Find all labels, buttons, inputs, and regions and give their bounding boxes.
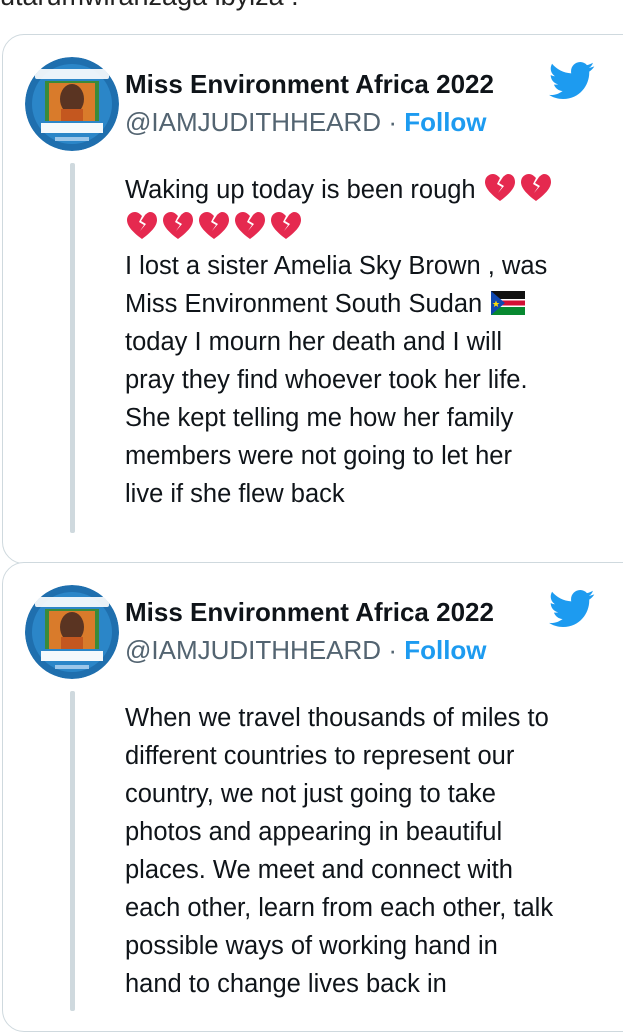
tweet-line: When we travel thousands of miles to xyxy=(125,704,549,732)
user-handle[interactable]: @IAMJUDITHHEARD xyxy=(125,635,381,665)
embedded-tweet-1[interactable]: Miss Environment Africa 2022 @IAMJUDITHH… xyxy=(2,34,623,564)
tweet-line: Waking up today is been rough xyxy=(125,176,476,204)
tweet-line: possible ways of working hand in xyxy=(125,932,498,960)
twitter-bird-icon[interactable] xyxy=(549,589,595,629)
tweet-line: pray they find whoever took her life. xyxy=(125,366,528,394)
tweet-line: places. We meet and connect with xyxy=(125,856,513,884)
broken-hearts-row xyxy=(125,209,605,247)
previous-text-snippet: utarumwiranzaga ibyiza . xyxy=(0,0,623,14)
profile-avatar[interactable] xyxy=(25,57,119,151)
separator-dot: · xyxy=(388,107,397,137)
thread-line xyxy=(70,163,75,533)
handle-row: @IAMJUDITHHEARD · Follow xyxy=(125,635,487,665)
separator-dot: · xyxy=(388,635,397,665)
follow-button[interactable]: Follow xyxy=(404,635,486,665)
profile-avatar[interactable] xyxy=(25,585,119,679)
user-handle[interactable]: @IAMJUDITHHEARD xyxy=(125,107,381,137)
tweet-line: each other, learn from each other, talk xyxy=(125,894,554,922)
follow-button[interactable]: Follow xyxy=(404,107,486,137)
broken-heart-icon xyxy=(484,174,515,201)
tweet-line: members were not going to let her xyxy=(125,442,512,470)
tweet-line: country, we not just going to take xyxy=(125,780,496,808)
display-name[interactable]: Miss Environment Africa 2022 xyxy=(125,597,494,627)
broken-heart-icon xyxy=(199,212,229,239)
twitter-bird-icon[interactable] xyxy=(549,61,595,101)
south-sudan-flag-icon xyxy=(491,291,526,315)
tweet-line: hand to change lives back in xyxy=(125,970,447,998)
broken-heart-icon xyxy=(520,174,551,201)
tweet-line: I lost a sister Amelia Sky Brown , was xyxy=(125,252,548,280)
tweet-line: live if she flew back xyxy=(125,480,345,508)
broken-heart-icon xyxy=(271,212,301,239)
embedded-tweet-2[interactable]: Miss Environment Africa 2022 @IAMJUDITHH… xyxy=(2,562,623,1032)
display-name[interactable]: Miss Environment Africa 2022 xyxy=(125,69,494,99)
handle-row: @IAMJUDITHHEARD · Follow xyxy=(125,107,487,137)
tweet-text: Waking up today is been rough I lost a s… xyxy=(125,171,605,513)
tweet-line: today I mourn her death and I will xyxy=(125,328,503,356)
broken-heart-icon xyxy=(127,212,157,239)
tweet-line: different countries to represent our xyxy=(125,742,515,770)
tweet-line: Miss Environment South Sudan xyxy=(125,290,483,318)
broken-heart-icon xyxy=(163,212,193,239)
broken-heart-icon xyxy=(235,212,265,239)
tweet-line: She kept telling me how her family xyxy=(125,404,514,432)
tweet-text: When we travel thousands of miles to dif… xyxy=(125,699,605,1003)
tweet-line: photos and appearing in beautiful xyxy=(125,818,503,846)
thread-line xyxy=(70,691,75,1011)
